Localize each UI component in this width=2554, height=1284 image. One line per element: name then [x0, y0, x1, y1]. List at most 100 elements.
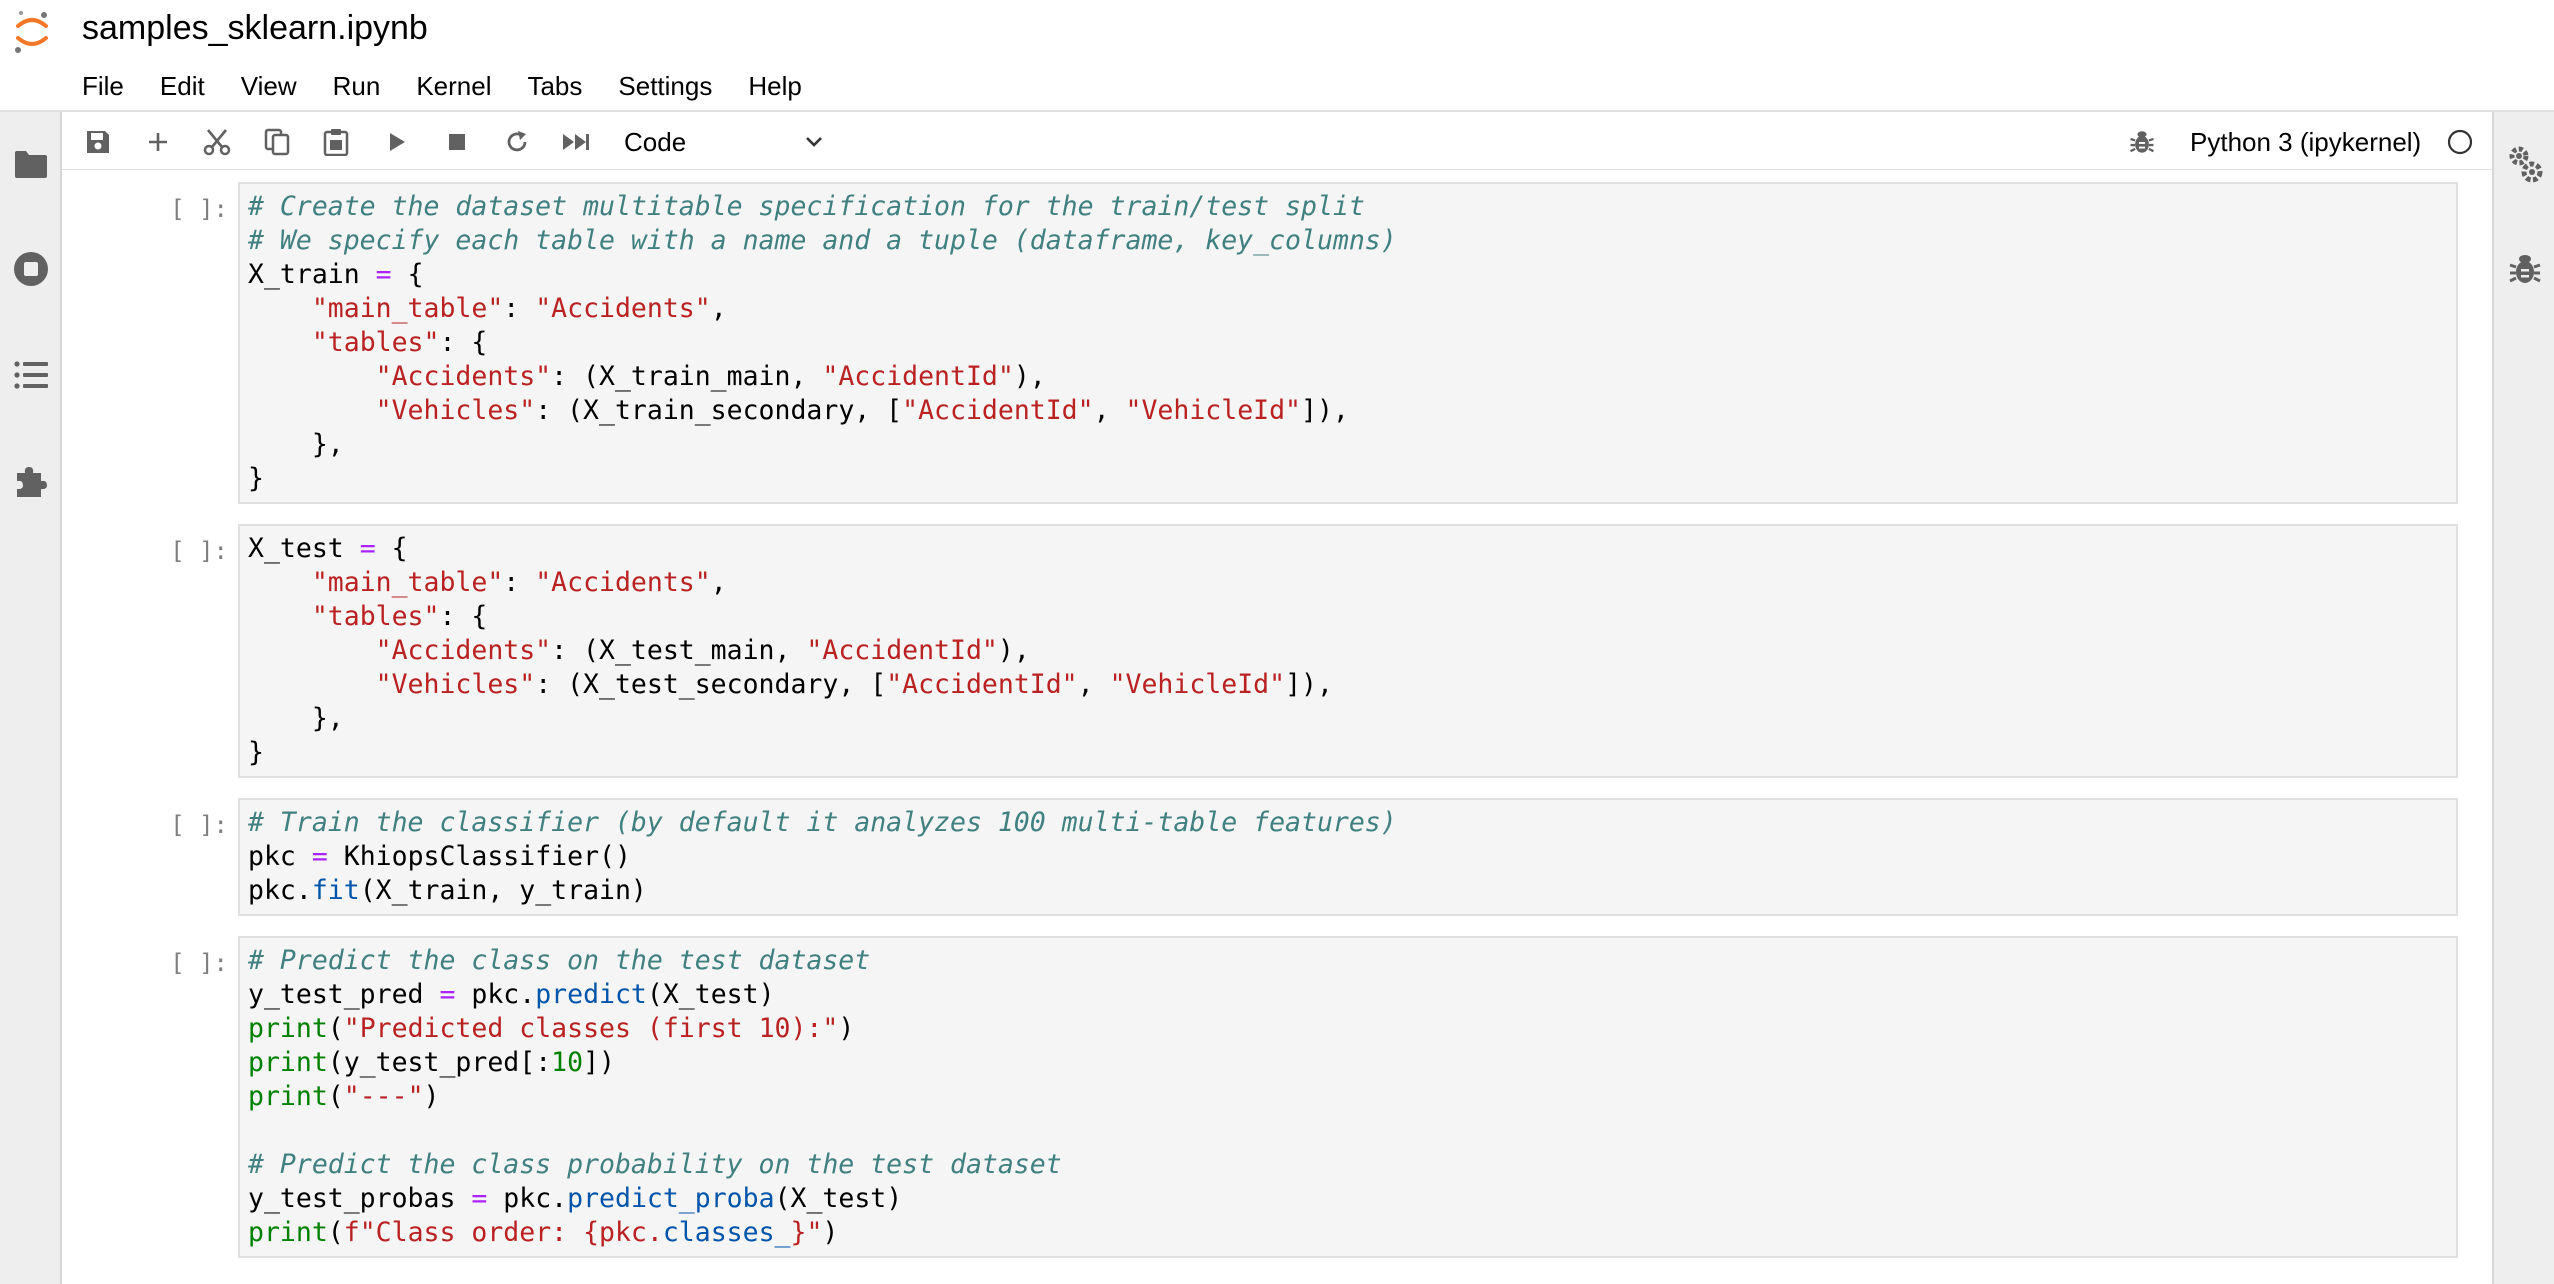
code-string: "tables" [311, 601, 440, 632]
code-editor[interactable]: # Predict the class on the test dataset y… [238, 936, 2458, 1258]
code-token: ]), [1301, 395, 1349, 426]
cell-type-value: Code [624, 126, 687, 157]
code-token: }, [248, 703, 344, 734]
cut-scissors-icon[interactable] [197, 122, 237, 162]
code-token: print [248, 1217, 328, 1248]
menu-edit[interactable]: Edit [142, 66, 223, 106]
code-token: X_test [248, 533, 360, 564]
code-token: KhiopsClassifier() [327, 841, 631, 872]
code-string: "Accidents" [375, 635, 552, 666]
code-token: = [311, 841, 328, 872]
cell-prompt: [ ]: [170, 949, 228, 977]
code-token: (X_train, y_train) [359, 875, 647, 906]
menu-run[interactable]: Run [315, 66, 399, 106]
code-token: X_train [248, 259, 376, 290]
code-line: "tables": { [248, 600, 2448, 634]
code-string: "AccidentId" [806, 635, 998, 666]
jupyter-logo-icon[interactable] [12, 8, 52, 56]
code-string: "VehicleId" [1125, 395, 1302, 426]
code-token: = [359, 533, 376, 564]
menu-tabs[interactable]: Tabs [509, 66, 600, 106]
code-token: { [375, 533, 408, 564]
menu-view[interactable]: View [223, 66, 315, 106]
code-token: print [248, 1013, 328, 1044]
running-sessions-stop-icon[interactable] [6, 244, 56, 294]
save-icon[interactable] [78, 122, 118, 162]
code-token: ) [822, 1217, 839, 1248]
code-token: } [248, 463, 264, 494]
code-editor[interactable]: # Train the classifier (by default it an… [238, 798, 2458, 916]
debugger-toggle-bug-icon[interactable] [2122, 122, 2162, 162]
code-token: (X_test) [646, 979, 775, 1010]
menu-kernel[interactable]: Kernel [398, 66, 509, 106]
copy-icon[interactable] [257, 122, 297, 162]
code-token: , [1093, 395, 1126, 426]
cell-type-dropdown[interactable]: Code [614, 122, 834, 162]
main-menubar: File Edit View Run Kernel Tabs Settings … [64, 66, 820, 106]
code-string: "Accidents" [535, 567, 711, 598]
code-line: "Accidents": (X_test_main, "AccidentId")… [248, 634, 2448, 668]
interrupt-kernel-stop-icon[interactable] [437, 122, 477, 162]
menu-file[interactable]: File [64, 66, 142, 106]
code-string: "AccidentId" [886, 669, 1078, 700]
code-cell[interactable]: [ ]: X_test = { "main_table": "Accidents"… [62, 524, 2492, 778]
code-token: fit [311, 875, 360, 906]
code-editor[interactable]: X_test = { "main_table": "Accidents", "t… [238, 524, 2458, 778]
notebook-panel: Code Python 3 (ipykernel) [ ]: # Create t… [62, 112, 2492, 1284]
code-editor[interactable]: # Create the dataset multitable specific… [238, 182, 2458, 504]
code-token: (y_test_pred[: [327, 1047, 552, 1078]
code-token: , [1077, 669, 1110, 700]
file-browser-folder-icon[interactable] [6, 139, 56, 189]
code-token: classes_ [662, 1217, 791, 1248]
code-token: = [471, 1183, 488, 1214]
restart-kernel-refresh-icon[interactable] [497, 122, 537, 162]
code-token: ( [327, 1217, 344, 1248]
code-line: y_test_probas = pkc.predict_proba(X_test… [248, 1182, 2448, 1216]
notebook-toolbar: Code Python 3 (ipykernel) [62, 112, 2492, 170]
code-comment: # Predict the class probability on the t… [248, 1149, 1062, 1180]
code-token: } [248, 737, 264, 768]
code-token: ( [327, 1081, 344, 1112]
cell-prompt: [ ]: [170, 195, 228, 223]
code-line: X_train = { [248, 258, 2448, 292]
code-string: "tables" [311, 327, 440, 358]
code-comment: # Train the classifier (by default it an… [248, 807, 1397, 838]
extension-manager-puzzle-icon[interactable] [6, 456, 56, 506]
document-title: samples_sklearn.ipynb [82, 9, 428, 47]
restart-run-all-fast-forward-icon[interactable] [556, 122, 596, 162]
code-cell[interactable]: [ ]: # Predict the class on the test data… [62, 936, 2492, 1258]
code-line: # We specify each table with a name and … [248, 224, 2448, 258]
top-panel: samples_sklearn.ipynb File Edit View Run… [0, 0, 2554, 112]
debugger-bug-icon[interactable] [2500, 244, 2550, 294]
table-of-contents-icon[interactable] [6, 350, 56, 400]
code-cell[interactable]: [ ]: # Train the classifier (by default i… [62, 798, 2492, 916]
code-token: = [439, 979, 456, 1010]
run-cell-play-icon[interactable] [377, 122, 417, 162]
code-token: (X_test) [774, 1183, 903, 1214]
code-token: : { [439, 601, 488, 632]
code-string: "AccidentId" [902, 395, 1094, 426]
menu-settings[interactable]: Settings [600, 66, 730, 106]
add-cell-plus-icon[interactable] [138, 122, 178, 162]
kernel-name[interactable]: Python 3 (ipykernel) [2190, 122, 2421, 162]
code-token: 10 [551, 1047, 584, 1078]
code-token: ), [1013, 361, 1046, 392]
code-line: pkc = KhiopsClassifier() [248, 840, 2448, 874]
code-string: "Vehicles" [375, 669, 536, 700]
code-string: "VehicleId" [1109, 669, 1286, 700]
menu-help[interactable]: Help [730, 66, 819, 106]
paste-clipboard-icon[interactable] [316, 122, 356, 162]
code-token: y_test_probas [248, 1183, 472, 1214]
code-token: ), [997, 635, 1030, 666]
code-token: y_test_pred [248, 979, 440, 1010]
code-cell[interactable]: [ ]: # Create the dataset multitable spec… [62, 182, 2492, 504]
code-line: "Vehicles": (X_test_secondary, ["Acciden… [248, 668, 2448, 702]
code-string: "Accidents" [535, 293, 711, 324]
property-inspector-gears-icon[interactable] [2500, 139, 2550, 189]
code-string: "main_table" [311, 567, 504, 598]
